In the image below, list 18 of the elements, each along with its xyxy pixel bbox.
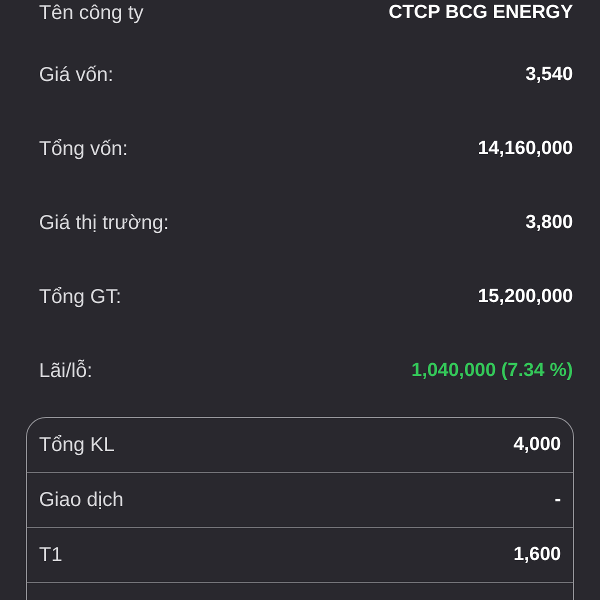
detail-label: Tổng vốn: xyxy=(39,138,128,160)
summary-label: T1 xyxy=(39,544,62,566)
detail-value: 15,200,000 xyxy=(478,286,573,308)
detail-label: Tên công ty xyxy=(39,2,144,25)
detail-label: Tổng GT: xyxy=(39,286,122,308)
detail-label: Giá thị trường: xyxy=(39,212,169,234)
detail-value: CTCP BCG ENERGY xyxy=(388,2,573,24)
summary-value: 4,000 xyxy=(513,434,561,456)
detail-value: 14,160,000 xyxy=(478,138,573,160)
detail-label: Lãi/lỗ: xyxy=(39,360,92,382)
summary-label: Giao dịch xyxy=(39,488,124,512)
summary-value: 1,600 xyxy=(513,544,561,566)
summary-label: Tổng KL xyxy=(39,434,115,456)
detail-value: 3,540 xyxy=(525,64,573,86)
detail-label: Giá vốn: xyxy=(39,64,114,86)
summary-value: - xyxy=(554,489,561,511)
detail-value: 1,040,000 (7.34 %) xyxy=(411,360,573,382)
detail-value: 3,800 xyxy=(525,212,573,234)
